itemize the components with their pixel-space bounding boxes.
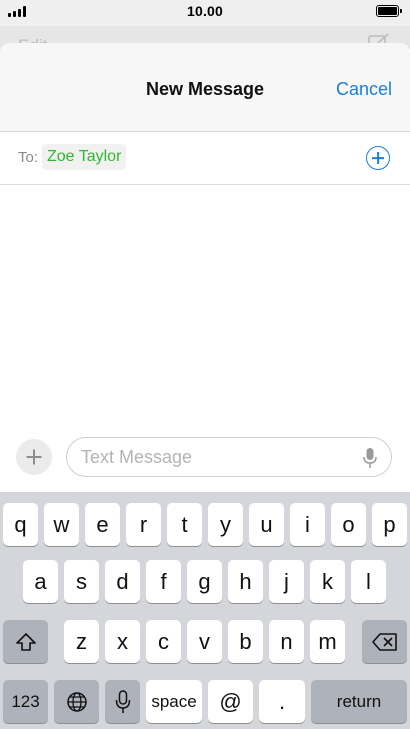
key-f[interactable]: f (146, 560, 181, 603)
key-e[interactable]: e (85, 503, 120, 546)
key-l[interactable]: l (351, 560, 386, 603)
at-key[interactable]: @ (208, 680, 253, 723)
globe-icon (66, 691, 87, 712)
key-c[interactable]: c (146, 620, 181, 663)
key-j[interactable]: j (269, 560, 304, 603)
sheet-header: New Message Cancel (0, 43, 410, 132)
cancel-button[interactable]: Cancel (336, 79, 392, 100)
status-bar: 10.00 (0, 0, 410, 24)
microphone-icon[interactable] (363, 447, 377, 469)
key-y[interactable]: y (208, 503, 243, 546)
key-g[interactable]: g (187, 560, 222, 603)
key-o[interactable]: o (331, 503, 366, 546)
status-time: 10.00 (186, 3, 224, 19)
keyboard: q w e r t y u i o p a s d f g h j k l z … (0, 492, 410, 729)
delete-key[interactable] (362, 620, 407, 663)
numbers-key[interactable]: 123 (3, 680, 48, 723)
return-key[interactable]: return (311, 680, 407, 723)
key-s[interactable]: s (64, 560, 99, 603)
to-label: To: (18, 149, 39, 166)
key-a[interactable]: a (23, 560, 58, 603)
battery-icon (376, 5, 402, 17)
key-u[interactable]: u (249, 503, 284, 546)
key-b[interactable]: b (228, 620, 263, 663)
delete-icon (371, 632, 397, 651)
dictation-icon (115, 689, 130, 713)
key-i[interactable]: i (290, 503, 325, 546)
key-d[interactable]: d (105, 560, 140, 603)
globe-key[interactable] (54, 680, 99, 723)
dictation-key[interactable] (105, 680, 140, 723)
recipient-field[interactable]: To: Zoe Taylor (0, 132, 410, 185)
key-t[interactable]: t (167, 503, 202, 546)
message-input-container[interactable] (66, 437, 392, 477)
key-h[interactable]: h (228, 560, 263, 603)
key-x[interactable]: x (105, 620, 140, 663)
key-p[interactable]: p (372, 503, 407, 546)
key-q[interactable]: q (3, 503, 38, 546)
key-k[interactable]: k (310, 560, 345, 603)
message-input[interactable] (81, 438, 351, 476)
key-z[interactable]: z (64, 620, 99, 663)
shift-key[interactable] (3, 620, 48, 663)
shift-icon (15, 632, 36, 651)
add-contact-icon[interactable] (366, 146, 390, 170)
space-key[interactable]: space (146, 680, 202, 723)
recipient-chip[interactable]: Zoe Taylor (42, 144, 127, 170)
apps-button[interactable] (16, 439, 52, 475)
key-r[interactable]: r (126, 503, 161, 546)
key-m[interactable]: m (310, 620, 345, 663)
key-w[interactable]: w (44, 503, 79, 546)
key-v[interactable]: v (187, 620, 222, 663)
key-n[interactable]: n (269, 620, 304, 663)
period-key[interactable]: . (259, 680, 305, 723)
